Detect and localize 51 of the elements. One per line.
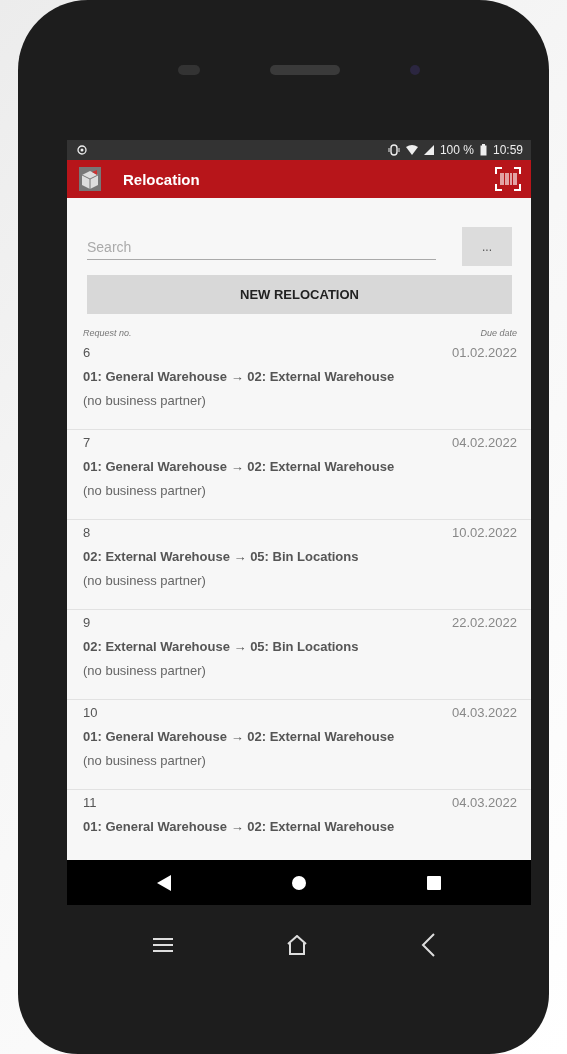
request-number: 8 xyxy=(83,525,91,540)
due-date: 04.03.2022 xyxy=(451,705,517,720)
route-text: 01: General Warehouse → 02: External Warehouse xyxy=(83,459,396,474)
camera-lens xyxy=(410,65,420,75)
due-date: 04.02.2022 xyxy=(451,435,517,450)
request-number: 7 xyxy=(83,435,91,450)
column-label: Due date xyxy=(480,328,517,338)
partner-text: (no business partner) xyxy=(83,483,207,498)
back-icon[interactable] xyxy=(157,874,172,891)
due-date: 22.02.2022 xyxy=(451,615,517,630)
request-number: 10 xyxy=(83,705,98,720)
request-number: 9 xyxy=(83,615,91,630)
recent-apps-icon[interactable] xyxy=(426,875,441,890)
battery-icon xyxy=(479,144,487,156)
route-text: 02: External Warehouse → 05: Bin Locations xyxy=(83,549,360,564)
signal-icon xyxy=(423,145,434,155)
location-icon xyxy=(77,145,87,155)
route-text: 01: General Warehouse → 02: External Warehouse xyxy=(83,729,396,744)
partner-text: (no business partner) xyxy=(83,663,207,678)
due-date: 04.03.2022 xyxy=(451,795,517,810)
request-list-item[interactable]: 10 04.03.2022 01: General Warehouse → 02: External Warehouse (no business partner) xyxy=(67,700,531,790)
request-list-item[interactable]: 9 22.02.2022 02: External Warehouse → 05: Bin Locations (no business partner) xyxy=(67,610,531,700)
partner-text: (no business partner) xyxy=(83,573,207,588)
barcode-scan-icon[interactable] xyxy=(495,167,521,191)
route-text: 02: External Warehouse → 05: Bin Locations xyxy=(83,639,360,654)
home-icon[interactable] xyxy=(292,875,306,890)
due-date: 10.02.2022 xyxy=(451,525,517,540)
speaker-grille xyxy=(270,65,340,75)
vibrate-icon xyxy=(387,144,400,156)
due-date: 01.02.2022 xyxy=(451,345,517,360)
request-list-item[interactable]: 7 04.02.2022 01: General Warehouse → 02: External Warehouse (no business partner) xyxy=(67,430,531,520)
clock: 10:59 xyxy=(492,143,523,157)
request-number: 6 xyxy=(83,345,91,360)
column-label: Request no. xyxy=(83,328,132,338)
partner-text: (no business partner) xyxy=(83,753,207,768)
screen-title: Relocation xyxy=(123,170,201,188)
request-list-item[interactable]: 6 01.02.2022 01: General Warehouse → 02: External Warehouse (no business partner) xyxy=(67,340,531,430)
request-number: 11 xyxy=(83,795,97,810)
request-list-item[interactable]: 8 10.02.2022 02: External Warehouse → 05: Bin Locations (no business partner) xyxy=(67,520,531,610)
menu-icon[interactable] xyxy=(153,936,174,953)
more-button[interactable]: ... xyxy=(462,227,512,266)
back-icon[interactable] xyxy=(420,932,435,957)
box-icon xyxy=(79,167,101,191)
search-field[interactable]: Search xyxy=(87,235,436,260)
wifi-icon xyxy=(405,145,418,155)
route-text: 01: General Warehouse → 02: External Warehouse xyxy=(83,819,396,834)
new-relocation-button[interactable]: NEW RELOCATION xyxy=(87,275,512,314)
partner-text: (no business partner) xyxy=(83,393,207,408)
route-text: 01: General Warehouse → 02: External Warehouse xyxy=(83,369,396,384)
home-icon[interactable] xyxy=(286,934,308,955)
battery-percent: 100 % xyxy=(439,143,474,157)
